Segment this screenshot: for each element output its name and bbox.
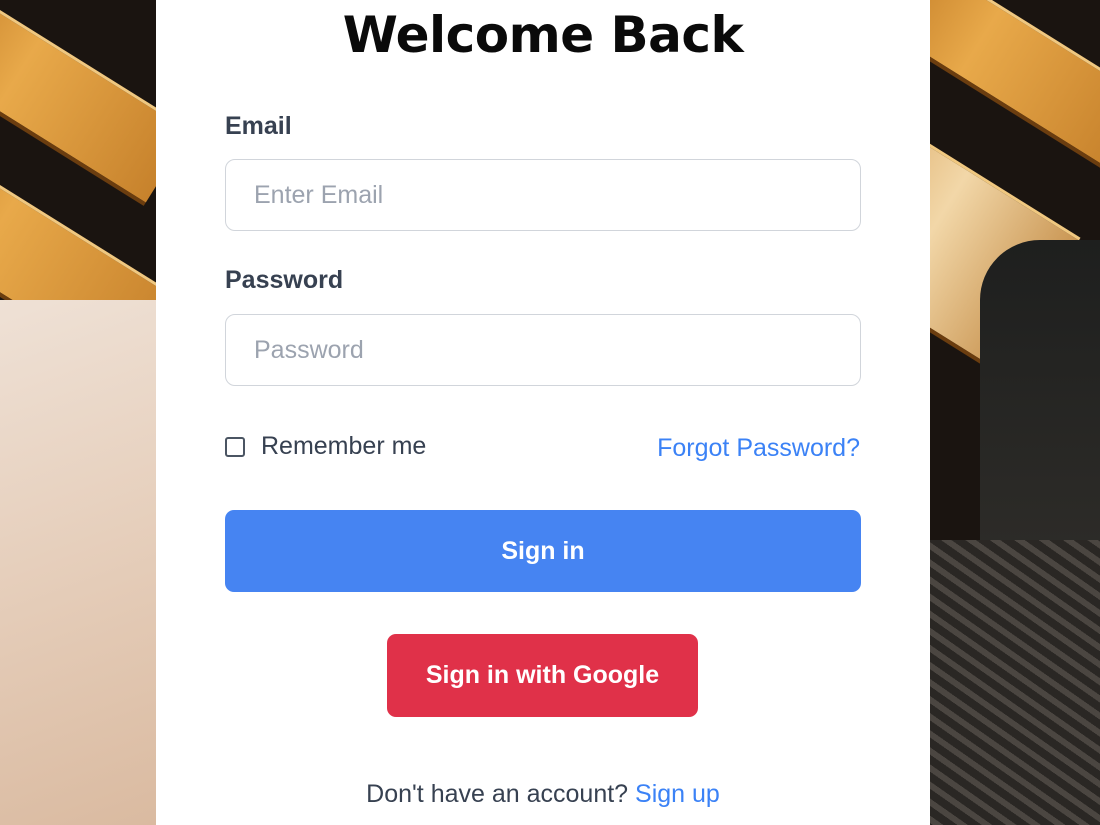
remember-me-checkbox[interactable] <box>225 436 245 457</box>
signup-prompt: Don't have an account? <box>366 780 636 808</box>
remember-me-label[interactable]: Remember me <box>261 432 426 461</box>
signup-row: Don't have an account? Sign up <box>156 780 930 809</box>
forgot-password-link[interactable]: Forgot Password? <box>657 434 860 463</box>
password-label: Password <box>225 266 344 294</box>
email-label: Email <box>225 112 292 140</box>
email-field[interactable] <box>225 159 861 231</box>
sign-up-link[interactable]: Sign up <box>635 780 720 808</box>
page-title: Welcome Back <box>342 6 744 64</box>
login-card: Welcome Back Email Password Remember me … <box>156 0 930 825</box>
google-sign-in-button[interactable]: Sign in with Google <box>387 634 698 717</box>
sign-in-button[interactable]: Sign in <box>225 510 861 592</box>
password-field[interactable] <box>225 314 861 386</box>
background-zipper <box>930 540 1100 825</box>
remember-me-row: Remember me <box>225 432 426 461</box>
